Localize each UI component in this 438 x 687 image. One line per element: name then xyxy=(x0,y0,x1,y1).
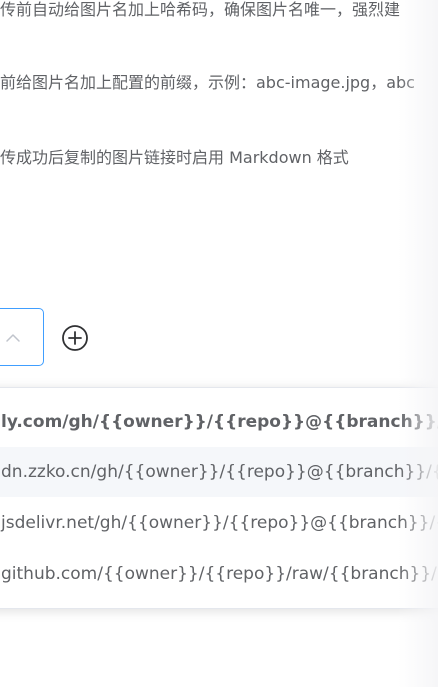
cdn-option[interactable]: github.com/{{owner}}/{{repo}}/raw/{{bran… xyxy=(0,549,438,599)
markdown-setting-description: 传成功后复制的图片链接时启用 Markdown 格式 xyxy=(0,148,349,167)
chevron-up-icon[interactable] xyxy=(5,332,21,344)
plus-circle-icon[interactable] xyxy=(61,324,89,352)
cdn-option-label: dn.zzko.cn/gh/{{owner}}/{{repo}}@{{branc… xyxy=(1,462,438,482)
cdn-option-selected[interactable]: ly.com/gh/{{owner}}/{{repo}}@{{branch}}/… xyxy=(0,397,438,447)
cdn-dropdown-menu: ly.com/gh/{{owner}}/{{repo}}@{{branch}}/… xyxy=(0,387,438,609)
cdn-option-label: jsdelivr.net/gh/{{owner}}/{{repo}}@{{bra… xyxy=(1,513,438,533)
cdn-option-label: ly.com/gh/{{owner}}/{{repo}}@{{branch}}/… xyxy=(1,412,438,432)
settings-page: 传前自动给图片名加上哈希码，确保图片名唯一，强烈建 前给图片名加上配置的前缀，示… xyxy=(0,0,438,687)
hash-setting-description: 传前自动给图片名加上哈希码，确保图片名唯一，强烈建 xyxy=(0,0,401,19)
cdn-option-label: github.com/{{owner}}/{{repo}}/raw/{{bran… xyxy=(1,564,438,584)
cdn-option[interactable]: jsdelivr.net/gh/{{owner}}/{{repo}}@{{bra… xyxy=(0,498,438,548)
prefix-setting-description: 前给图片名加上配置的前缀，示例：abc-image.jpg，abc xyxy=(0,73,415,92)
cdn-option-hovered[interactable]: dn.zzko.cn/gh/{{owner}}/{{repo}}@{{branc… xyxy=(0,447,438,497)
